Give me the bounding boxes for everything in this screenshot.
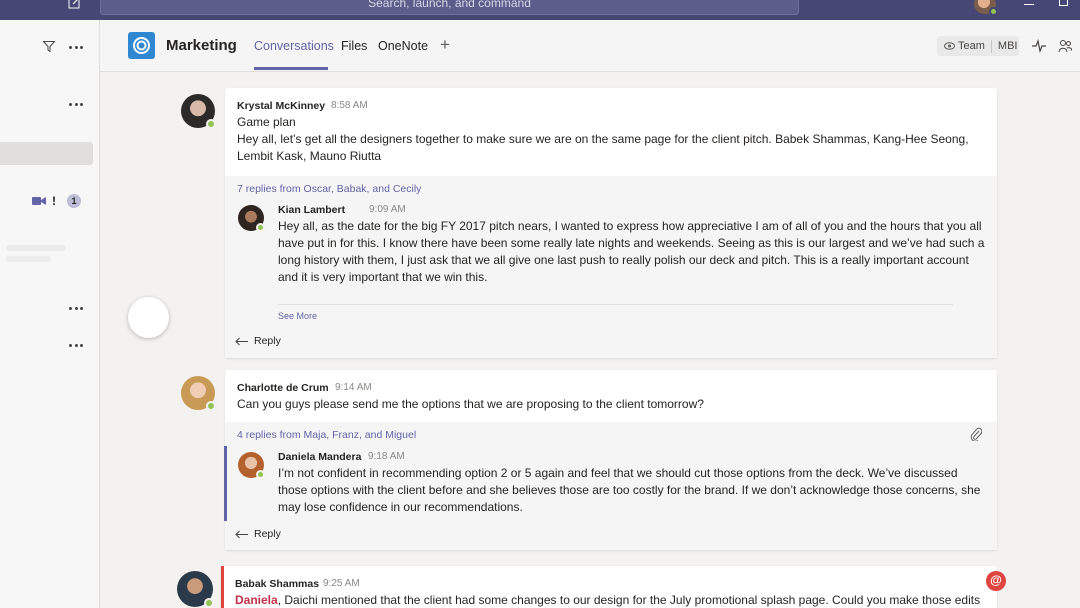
conversation-feed: Krystal McKinney 8:58 AM Game plan Hey a…	[100, 72, 1080, 608]
message-timestamp: 9:14 AM	[335, 382, 372, 393]
active-tab-indicator	[254, 67, 328, 70]
presence-indicator	[989, 7, 998, 16]
org-label: MBI	[997, 40, 1018, 52]
presence-indicator	[256, 470, 265, 479]
important-icon: !	[52, 194, 56, 208]
message-text: , Daichi mentioned that the client had s…	[277, 593, 981, 607]
replies-summary-link[interactable]: 7 replies from Oscar, Babak, and Cecily	[237, 183, 421, 195]
message-timestamp: 9:25 AM	[323, 578, 360, 589]
reply-arrow-icon	[235, 530, 248, 538]
thread-card: Charlotte de Crum 9:14 AM Can you guys p…	[224, 370, 997, 550]
meeting-icon	[32, 197, 46, 205]
presence-indicator	[204, 598, 214, 608]
presence-indicator	[256, 223, 265, 232]
team-logo-icon	[133, 37, 150, 54]
activity-icon[interactable]	[1032, 39, 1046, 53]
team-more-options-icon[interactable]	[69, 103, 83, 107]
reply-timestamp: 9:09 AM	[369, 204, 406, 215]
message-body: Daniela, Daichi mentioned that the clien…	[235, 592, 995, 608]
minimize-button[interactable]	[1024, 4, 1034, 5]
mention-highlight-bar	[221, 566, 224, 608]
search-bar[interactable]: Search, launch, and command	[100, 0, 799, 15]
touch-cursor	[128, 297, 169, 338]
reply-timestamp: 9:18 AM	[368, 451, 405, 462]
thread-card: Babak Shammas 9:25 AM Daniela, Daichi me…	[221, 566, 997, 608]
add-tab-button[interactable]: +	[440, 36, 450, 53]
presence-indicator	[206, 401, 216, 411]
user-avatar[interactable]	[974, 0, 998, 16]
faded-channel-item	[6, 256, 51, 262]
reply-author[interactable]: Daniela Mandera	[278, 451, 361, 463]
replies-summary-link[interactable]: 4 replies from Maja, Franz, and Miguel	[237, 429, 416, 441]
thread-highlight-bar	[224, 446, 227, 521]
members-icon[interactable]	[1058, 39, 1072, 53]
reply-author[interactable]: Kian Lambert	[278, 204, 345, 216]
presence-indicator	[206, 119, 216, 129]
message-subject: Game plan	[237, 115, 296, 129]
avatar[interactable]	[238, 452, 265, 479]
maximize-button[interactable]	[1059, 0, 1068, 6]
see-more-link[interactable]: See More	[278, 311, 317, 321]
reply-arrow-icon	[235, 337, 248, 345]
message-body: Can you guys please send me the options …	[237, 397, 704, 411]
message-body: Hey all, let’s get all the designers tog…	[237, 132, 969, 163]
replies-area: 4 replies from Maja, Franz, and Miguel D…	[224, 422, 997, 550]
reply-label: Reply	[254, 528, 281, 540]
message-author[interactable]: Charlotte de Crum	[237, 382, 329, 394]
replies-area: 7 replies from Oscar, Babak, and Cecily …	[225, 176, 997, 358]
reply-button[interactable]: Reply	[235, 528, 281, 540]
channel-more-options-icon[interactable]	[69, 344, 83, 348]
compose-icon[interactable]	[68, 0, 82, 9]
team-title: Marketing	[166, 37, 237, 54]
reply-body: I’m not confident in recommending option…	[278, 466, 981, 514]
mention-at-icon: @	[986, 571, 1006, 591]
tab-files[interactable]: Files	[341, 39, 367, 53]
faded-channel-item	[6, 245, 66, 251]
reply-body: Hey all, as the date for the big FY 2017…	[278, 219, 985, 284]
message-timestamp: 8:58 AM	[331, 100, 368, 111]
mention[interactable]: Daniela	[235, 593, 278, 607]
unread-badge: 1	[67, 194, 81, 208]
attachment-icon[interactable]	[970, 427, 982, 441]
avatar[interactable]	[181, 376, 216, 411]
tab-conversations[interactable]: Conversations	[254, 39, 334, 53]
message-author[interactable]: Krystal McKinney	[237, 100, 325, 112]
channel-header: Marketing Conversations Files OneNote + …	[100, 20, 1080, 72]
filter-icon[interactable]	[43, 41, 55, 52]
avatar[interactable]	[238, 205, 265, 232]
reply-label: Reply	[254, 335, 281, 347]
avatar[interactable]	[181, 94, 216, 129]
reply-button[interactable]: Reply	[235, 335, 281, 347]
thread-card: Krystal McKinney 8:58 AM Game plan Hey a…	[225, 88, 997, 358]
channel-more-options-icon[interactable]	[69, 307, 83, 311]
team-logo	[128, 32, 155, 59]
title-bar: Search, launch, and command	[0, 0, 1080, 20]
team-label: Team	[958, 40, 985, 52]
divider	[278, 304, 953, 305]
eye-icon	[944, 42, 955, 50]
selected-channel-item[interactable]	[0, 142, 93, 165]
avatar[interactable]	[177, 571, 214, 608]
more-options-icon[interactable]	[69, 46, 83, 50]
message-author[interactable]: Babak Shammas	[235, 578, 319, 590]
tab-onenote[interactable]: OneNote	[378, 39, 428, 53]
teams-list-panel: ! 1	[0, 20, 100, 608]
pill-divider	[990, 39, 992, 53]
team-visibility-pill[interactable]: Team MBI	[937, 36, 1019, 56]
